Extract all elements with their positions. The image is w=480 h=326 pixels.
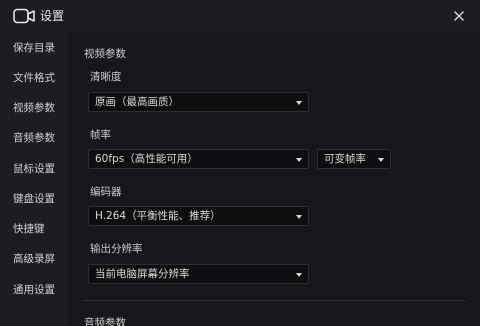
chevron-down-icon [296, 101, 302, 105]
encoder-select[interactable]: H.264（平衡性能、推荐） [88, 206, 309, 226]
section-divider [84, 300, 465, 301]
sidebar-item-audio-params[interactable]: 音频参数 [13, 131, 55, 145]
framerate-value: 60fps（高性能可用） [95, 153, 198, 165]
framerate-mode-select[interactable]: 可变帧率 [317, 149, 391, 169]
settings-content: 视频参数 清晰度 原画（最高画质） 帧率 60fps（高性能可用） 可变帧率 编… [68, 32, 480, 326]
chevron-down-icon [296, 158, 302, 162]
resolution-label: 输出分辨率 [90, 243, 143, 255]
chevron-down-icon [378, 158, 384, 162]
settings-window: 设置 保存目录 文件格式 视频参数 音频参数 鼠标设置 键盘设置 快捷键 高级录… [0, 0, 480, 326]
clarity-label: 清晰度 [90, 71, 122, 83]
window-title: 设置 [40, 9, 65, 23]
audio-section-title: 音频参数 [84, 317, 126, 326]
camera-icon [13, 8, 35, 24]
chevron-down-icon [296, 273, 302, 277]
sidebar-item-shortcuts[interactable]: 快捷键 [13, 222, 45, 236]
sidebar-item-save-directory[interactable]: 保存目录 [13, 41, 55, 55]
settings-sidebar: 保存目录 文件格式 视频参数 音频参数 鼠标设置 键盘设置 快捷键 高级录屏 通… [0, 32, 68, 326]
close-button[interactable] [449, 6, 469, 26]
title-bar: 设置 [0, 0, 480, 32]
clarity-value: 原画（最高画质） [95, 96, 179, 108]
sidebar-item-general-settings[interactable]: 通用设置 [13, 283, 55, 297]
framerate-mode-value: 可变帧率 [324, 153, 366, 165]
resolution-select[interactable]: 当前电脑屏幕分辨率 [88, 264, 309, 284]
close-icon[interactable] [449, 6, 469, 26]
sidebar-item-video-params[interactable]: 视频参数 [13, 101, 55, 115]
encoder-label: 编码器 [90, 186, 122, 198]
chevron-down-icon [296, 215, 302, 219]
video-section-title: 视频参数 [84, 48, 126, 60]
framerate-select[interactable]: 60fps（高性能可用） [88, 149, 309, 169]
sidebar-item-file-format[interactable]: 文件格式 [13, 71, 55, 85]
encoder-value: H.264（平衡性能、推荐） [95, 210, 221, 222]
sidebar-item-keyboard-settings[interactable]: 键盘设置 [13, 192, 55, 206]
resolution-value: 当前电脑屏幕分辨率 [95, 268, 190, 280]
framerate-label: 帧率 [90, 129, 111, 141]
sidebar-item-mouse-settings[interactable]: 鼠标设置 [13, 162, 55, 176]
sidebar-item-advanced-recording[interactable]: 高级录屏 [13, 252, 55, 266]
clarity-select[interactable]: 原画（最高画质） [88, 92, 309, 112]
